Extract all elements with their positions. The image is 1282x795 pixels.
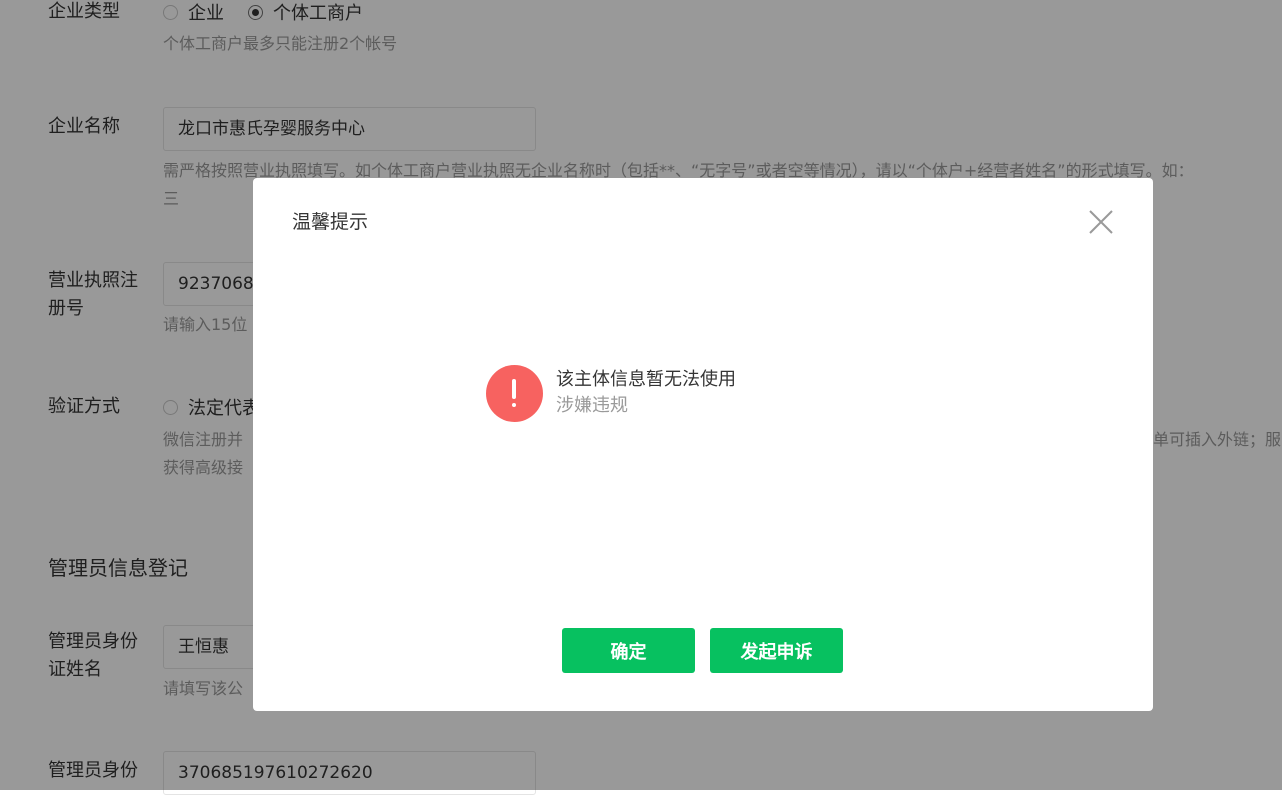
message-main: 该主体信息暂无法使用 <box>556 369 736 390</box>
close-icon-glyph <box>1089 210 1113 234</box>
confirm-button[interactable]: 确定 <box>562 628 695 673</box>
close-icon[interactable] <box>1087 208 1115 236</box>
warning-dialog: 温馨提示 该主体信息暂无法使用 涉嫌违规 确定 发起申诉 <box>253 178 1153 711</box>
dialog-title: 温馨提示 <box>292 211 369 233</box>
appeal-button[interactable]: 发起申诉 <box>710 628 843 673</box>
message-sub: 涉嫌违规 <box>556 395 628 416</box>
exclamation-icon <box>486 365 543 422</box>
dialog-message: 该主体信息暂无法使用 涉嫌违规 <box>486 365 736 422</box>
